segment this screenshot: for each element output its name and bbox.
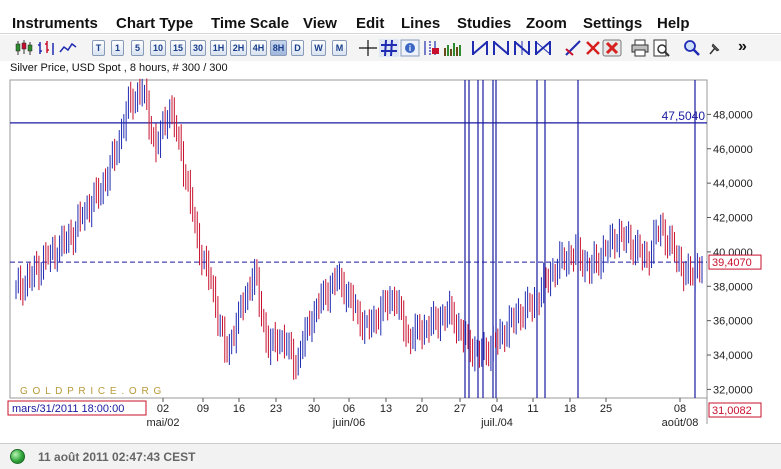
info-cursor-icon[interactable]: i (400, 39, 420, 57)
horizontal-line-label: 47,5040 (662, 109, 706, 123)
x-tick-label: 04 (491, 403, 503, 415)
price-cursor-icon[interactable] (421, 39, 441, 57)
period-button-4h[interactable]: 4H (250, 40, 267, 56)
parallel-lines-icon[interactable] (491, 39, 511, 57)
period-button-30[interactable]: 30 (190, 40, 206, 56)
period-button-1[interactable]: 1 (111, 40, 124, 56)
y-tick-label: 34,0000 (713, 350, 753, 362)
status-bar: 11 août 2011 02:47:43 CEST (0, 443, 781, 469)
y-tick-label: 44,0000 (713, 178, 753, 190)
print-icon[interactable] (630, 39, 650, 57)
menu-instruments[interactable]: Instruments (12, 16, 98, 32)
chart-area[interactable]: 48,0000 46,0000 44,0000 42,0000 40,0000 38,00… (0, 72, 781, 442)
status-timestamp: 11 août 2011 02:47:43 CEST (38, 450, 196, 464)
fan-lines-icon[interactable] (512, 39, 532, 57)
print-preview-icon[interactable] (651, 39, 671, 57)
menu-studies[interactable]: Studies (457, 16, 511, 32)
period-button-2h[interactable]: 2H (230, 40, 247, 56)
svg-text:i: i (409, 44, 411, 53)
period-button-5[interactable]: 5 (131, 40, 144, 56)
x-tick-label: 02 (157, 403, 169, 415)
menu-chart-type[interactable]: Chart Type (116, 16, 193, 32)
toolbar-overflow-button[interactable]: » (738, 38, 747, 56)
period-button-8h[interactable]: 8H (270, 40, 287, 56)
delete-line-icon[interactable] (583, 39, 603, 57)
x-tick-label: 06 (343, 403, 355, 415)
period-button-t[interactable]: T (92, 40, 105, 56)
x-tick-label: 20 (416, 403, 428, 415)
period-button-1h[interactable]: 1H (210, 40, 227, 56)
y-tick-label: 46,0000 (713, 144, 753, 156)
period-button-d[interactable]: D (291, 40, 304, 56)
volume-bars-icon[interactable] (442, 39, 462, 57)
delete-all-icon[interactable] (602, 39, 622, 57)
period-button-m[interactable]: M (332, 40, 347, 56)
toolbar: T 1 5 10 15 30 1H 2H 4H 8H D W M i » (0, 35, 781, 61)
menu-bar: Instruments Chart Type Time Scale View E… (0, 0, 781, 34)
candlestick-icon[interactable] (14, 39, 34, 57)
period-button-w[interactable]: W (311, 40, 326, 56)
x-month-label: août/08 (662, 417, 699, 429)
line-chart-icon[interactable] (58, 39, 78, 57)
x-tick-label: 27 (454, 403, 466, 415)
y-tick-label: 42,0000 (713, 213, 753, 225)
channel-lines-icon[interactable] (533, 39, 553, 57)
x-tick-label: 09 (197, 403, 209, 415)
y-tick-label: 36,0000 (713, 316, 753, 328)
x-tick-label: 18 (564, 403, 576, 415)
period-button-10[interactable]: 10 (150, 40, 166, 56)
menu-help[interactable]: Help (657, 16, 690, 32)
zoom-icon[interactable] (682, 39, 702, 57)
pin-icon[interactable] (704, 39, 724, 57)
y-tick-label: 38,0000 (713, 281, 753, 293)
x-month-label: juil./04 (480, 417, 513, 429)
y-tick-label: 48,0000 (713, 109, 753, 121)
x-month-label: juin/06 (332, 417, 365, 429)
connection-status-icon (10, 449, 25, 464)
x-tick-label: 23 (270, 403, 282, 415)
menu-view[interactable]: View (303, 16, 337, 32)
y-tick-label: 32,0000 (713, 384, 753, 396)
plot-frame (9, 79, 708, 399)
crosshair-price-label: 31,0082 (712, 405, 752, 417)
x-tick-label: 16 (233, 403, 245, 415)
x-month-label: mai/02 (146, 417, 179, 429)
menu-lines[interactable]: Lines (401, 16, 440, 32)
x-tick-label: 13 (380, 403, 392, 415)
x-tick-label: 11 (527, 403, 538, 415)
period-button-15[interactable]: 15 (170, 40, 186, 56)
trend-line-icon[interactable] (470, 39, 490, 57)
x-tick-label: 25 (600, 403, 612, 415)
menu-edit[interactable]: Edit (356, 16, 384, 32)
menu-settings[interactable]: Settings (583, 16, 642, 32)
ohlc-bar-icon[interactable] (36, 39, 56, 57)
crosshair-icon[interactable] (358, 39, 378, 57)
grid-icon[interactable] (379, 39, 399, 57)
price-chart[interactable]: 48,000046,000044,000042,000040,000038,00… (0, 72, 781, 442)
menu-zoom[interactable]: Zoom (526, 16, 567, 32)
menu-time-scale[interactable]: Time Scale (211, 16, 289, 32)
x-tick-label: 08 (674, 403, 686, 415)
x-tick-label: 30 (308, 403, 320, 415)
draw-line-icon[interactable] (563, 39, 583, 57)
watermark-text: G O L D P R I C E . O R G (20, 386, 162, 397)
current-price-label: 39,4070 (712, 257, 752, 269)
crosshair-date-label: mars/31/2011 18:00:00 (12, 403, 124, 415)
